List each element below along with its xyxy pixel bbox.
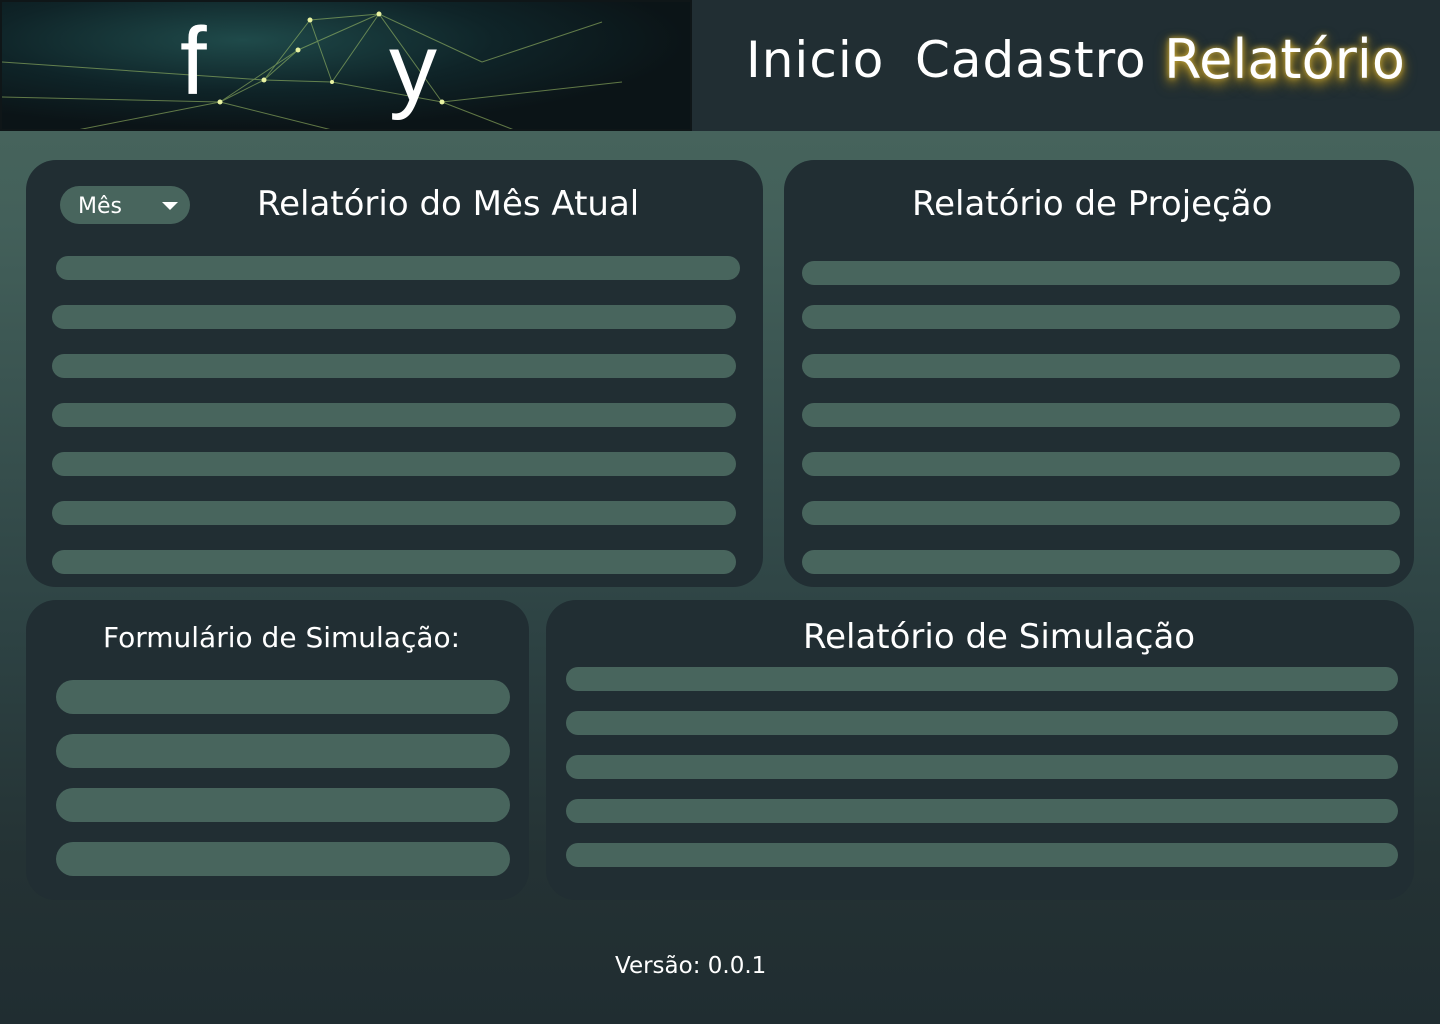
report-row [566,843,1398,867]
report-row [802,501,1400,525]
report-row [52,354,736,378]
nav-inicio[interactable]: Inicio [746,30,884,90]
report-row [566,711,1398,735]
report-row [802,305,1400,329]
simulation-field-1[interactable] [56,680,510,714]
simulation-field-2[interactable] [56,734,510,768]
simulation-report-title: Relatório de Simulação [803,617,1196,657]
network-graphic [2,11,623,129]
report-row [52,452,736,476]
logo-banner[interactable]: f y [0,0,692,131]
report-row [52,501,736,525]
current-month-title: Relatório do Mês Atual [257,184,640,224]
report-row [52,403,736,427]
report-row [802,403,1400,427]
simulation-field-4[interactable] [56,842,510,876]
report-row [802,452,1400,476]
logo-letter-f: f [180,8,207,115]
month-select[interactable]: Mês [60,186,190,224]
simulation-form-panel: Formulário de Simulação: [26,600,529,900]
report-row [566,755,1398,779]
report-row [52,305,736,329]
chevron-down-icon[interactable] [162,202,178,210]
version-label: Versão: 0.0.1 [615,953,767,979]
report-row [566,799,1398,823]
report-row [802,261,1400,285]
projection-title: Relatório de Projeção [912,184,1273,224]
nav-relatorio-active[interactable]: Relatório [1164,30,1405,90]
current-month-report-panel: Mês Relatório do Mês Atual [26,160,763,587]
nav-cadastro[interactable]: Cadastro [915,30,1147,90]
report-row [802,354,1400,378]
simulation-report-panel: Relatório de Simulação [546,600,1414,900]
report-row [802,550,1400,574]
projection-report-panel: Relatório de Projeção [784,160,1414,587]
simulation-form-title: Formulário de Simulação: [103,621,461,654]
report-row [566,667,1398,691]
app-header: f y Inicio Cadastro Relatório [0,0,1440,131]
report-row [56,256,740,280]
simulation-field-3[interactable] [56,788,510,822]
logo-letter-y: y [389,14,437,121]
report-row [52,550,736,574]
month-select-value: Mês [78,194,122,219]
